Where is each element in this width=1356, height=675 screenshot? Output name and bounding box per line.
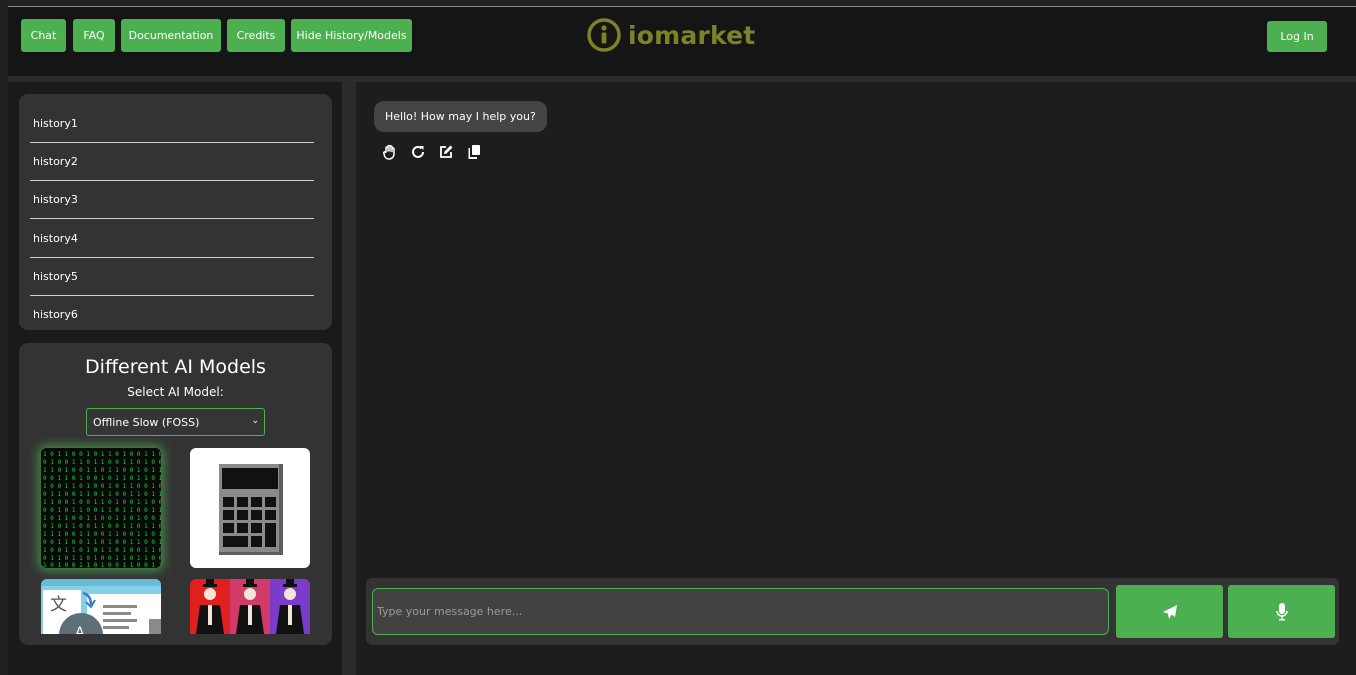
refresh-icon[interactable] bbox=[410, 144, 426, 160]
matrix-code-icon: 1 0 1 1 0 0 1 0 1 1 0 1 0 0 1 1 0 1 0 1 … bbox=[41, 448, 161, 568]
svg-text:0 1 0 0 1 1 0 1 1 0 0 1 1 0 1: 0 1 0 0 1 1 0 1 1 0 0 1 1 0 1 0 0 1 1 0 bbox=[43, 459, 161, 466]
svg-text:0 0 1 1 0 1 0 0 1 0 1 1 0 1 1: 0 0 1 1 0 1 0 0 1 0 1 1 0 1 1 0 1 1 0 0 bbox=[43, 475, 161, 482]
translate-icon: 文 A bbox=[41, 579, 161, 634]
paper-plane-icon bbox=[1162, 604, 1177, 619]
model-card-pop-art[interactable] bbox=[190, 579, 310, 634]
model-card-matrix[interactable]: 1 0 1 1 0 0 1 0 1 1 0 1 0 0 1 1 0 1 0 1 … bbox=[41, 448, 161, 568]
model-card-calculator[interactable] bbox=[190, 448, 310, 568]
bot-message-bubble: Hello! How may I help you? bbox=[374, 101, 547, 132]
brand-logo[interactable]: iomarket bbox=[586, 17, 755, 53]
ai-models-panel: Different AI Models Select AI Model: Off… bbox=[19, 343, 332, 645]
edit-icon[interactable] bbox=[438, 144, 454, 160]
svg-text:1 0 1 1 0 0 1 1 0 0 1 1 0 1 0: 1 0 1 1 0 0 1 1 0 0 1 1 0 1 0 0 1 1 0 0 bbox=[43, 515, 161, 522]
message-input[interactable] bbox=[372, 588, 1109, 635]
svg-text:1 1 0 1 0 0 1 1 0 1 1 0 0 1 0: 1 1 0 1 0 0 1 1 0 1 1 0 0 1 0 1 1 0 0 1 bbox=[43, 467, 161, 474]
svg-text:1 1 1 0 0 1 1 0 0 1 1 0 0 1 1: 1 1 1 0 0 1 1 0 0 1 1 0 0 1 1 0 1 1 0 0 bbox=[43, 531, 161, 538]
copy-icon[interactable] bbox=[466, 144, 482, 160]
history-panel[interactable]: history1 history2 history3 history4 hist… bbox=[19, 94, 332, 330]
svg-text:1 1 0 0 1 0 0 1 1 0 1 0 0 1 1: 1 1 0 0 1 0 0 1 1 0 1 0 0 1 1 0 0 1 1 0 bbox=[43, 499, 161, 506]
calculator-icon bbox=[190, 448, 310, 568]
svg-text:1 0 1 0 0 1 1 0 1 0 0 1 1 0 0: 1 0 1 0 0 1 1 0 1 0 0 1 1 0 0 1 1 0 1 0 bbox=[43, 562, 161, 568]
info-circle-icon bbox=[587, 18, 621, 52]
hand-icon[interactable] bbox=[382, 144, 398, 160]
model-select-value: Offline Slow (FOSS) bbox=[93, 415, 200, 429]
nav-faq-button[interactable]: FAQ bbox=[73, 19, 115, 52]
svg-text:0 0 1 1 0 0 1 1 0 1 0 0 1 1 0: 0 0 1 1 0 0 1 1 0 1 0 0 1 1 0 0 1 0 1 1 bbox=[43, 539, 161, 546]
svg-text:A: A bbox=[75, 625, 85, 634]
svg-text:1 0 0 1 1 0 1 0 0 1 0 1 1 0 0: 1 0 0 1 1 0 1 0 0 1 0 1 1 0 0 1 0 1 1 0 bbox=[43, 483, 161, 490]
nav-chat-button[interactable]: Chat bbox=[21, 19, 66, 52]
nav-hide-history-models-button[interactable]: Hide History/Models bbox=[291, 19, 412, 52]
svg-text:0 0 1 0 1 1 0 0 1 1 0 1 1 0 0: 0 0 1 0 1 1 0 0 1 1 0 1 1 0 0 1 1 0 1 1 bbox=[43, 507, 161, 514]
microphone-button[interactable] bbox=[1228, 585, 1335, 638]
model-card-translate[interactable]: 文 A bbox=[41, 579, 161, 634]
send-button[interactable] bbox=[1116, 585, 1223, 638]
model-select[interactable]: Offline Slow (FOSS) ⌄ bbox=[86, 408, 265, 436]
models-subtitle: Select AI Model: bbox=[127, 385, 224, 399]
panel-divider bbox=[342, 82, 356, 675]
nav-credits-button[interactable]: Credits bbox=[227, 19, 285, 52]
history-item[interactable]: history5 bbox=[30, 258, 314, 296]
history-item[interactable]: history3 bbox=[30, 181, 314, 219]
svg-text:1 0 0 1 1 0 1 0 1 1 0 1 0 0 1: 1 0 0 1 1 0 1 0 1 1 0 1 0 0 1 1 0 1 0 1 bbox=[43, 547, 161, 554]
svg-text:0 1 0 1 1 0 0 1 1 0 0 1 1 0 1: 0 1 0 1 1 0 0 1 1 0 0 1 1 0 1 1 0 0 1 1 bbox=[43, 523, 161, 530]
pop-art-figures-icon bbox=[190, 579, 310, 634]
login-button[interactable]: Log In bbox=[1267, 21, 1327, 52]
chevron-down-icon: ⌄ bbox=[251, 416, 259, 426]
svg-text:0 1 1 0 1 1 0 1 0 0 1 1 0 1 1: 0 1 1 0 1 1 0 1 0 0 1 1 0 1 1 0 0 1 1 0 bbox=[43, 555, 161, 562]
logo-text: iomarket bbox=[628, 20, 756, 50]
history-item[interactable]: history4 bbox=[30, 220, 314, 258]
microphone-icon bbox=[1275, 602, 1288, 620]
models-title: Different AI Models bbox=[85, 356, 266, 378]
svg-text:文: 文 bbox=[50, 595, 67, 615]
svg-text:1 0 1 1 0 0 1 0 1 1 0 1 0 0 1: 1 0 1 1 0 0 1 0 1 1 0 1 0 0 1 1 0 1 0 1 bbox=[43, 451, 161, 458]
svg-text:0 1 1 0 0 1 1 0 1 1 0 0 1 1 0: 0 1 1 0 0 1 1 0 1 1 0 0 1 1 0 1 1 0 0 1 bbox=[43, 491, 161, 498]
history-item[interactable]: history2 bbox=[30, 143, 314, 181]
history-item[interactable]: history6 bbox=[30, 296, 314, 330]
history-item[interactable]: history1 bbox=[30, 105, 314, 143]
message-actions bbox=[382, 144, 482, 160]
nav-documentation-button[interactable]: Documentation bbox=[121, 19, 221, 52]
